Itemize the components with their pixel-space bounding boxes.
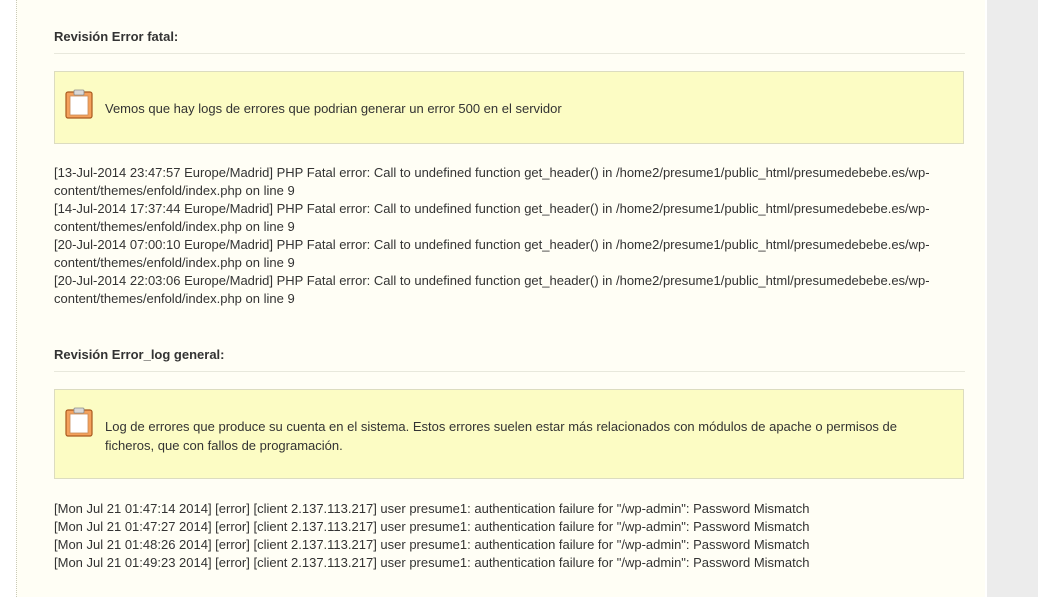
notice-box-fatal-error: Vemos que hay logs de errores que podria… (54, 71, 964, 144)
notice-line: Log de errores que produce su cuenta en … (105, 419, 898, 434)
report-panel: Revisión Error fatal: Vemos que hay logs… (16, 0, 985, 597)
log-line: content/themes/enfold/index.php on line … (54, 219, 295, 234)
notice-line: ficheros, que con fallos de programación… (105, 438, 343, 453)
log-line: [20-Jul-2014 22:03:06 Europe/Madrid] PHP… (54, 273, 930, 288)
page-gutter (987, 0, 1038, 597)
notice-text: Log de errores que produce su cuenta en … (105, 417, 933, 455)
log-line: [Mon Jul 21 01:47:14 2014] [error] [clie… (54, 501, 810, 516)
clipboard-icon (65, 407, 93, 437)
section-title-error-log-general: Revisión Error_log general: (54, 347, 965, 372)
log-line: [Mon Jul 21 01:49:23 2014] [error] [clie… (54, 555, 810, 570)
log-line: [Mon Jul 21 01:47:27 2014] [error] [clie… (54, 519, 810, 534)
log-line: [Mon Jul 21 01:48:26 2014] [error] [clie… (54, 537, 810, 552)
notice-box-error-log-general: Log de errores que produce su cuenta en … (54, 389, 964, 479)
log-line: [13-Jul-2014 23:47:57 Europe/Madrid] PHP… (54, 165, 930, 180)
section-title-fatal-error: Revisión Error fatal: (54, 29, 965, 54)
log-line: content/themes/enfold/index.php on line … (54, 255, 295, 270)
general-error-log: [Mon Jul 21 01:47:14 2014] [error] [clie… (54, 500, 954, 572)
notice-text: Vemos que hay logs de errores que podria… (105, 101, 562, 116)
log-line: content/themes/enfold/index.php on line … (54, 291, 295, 306)
log-line: [20-Jul-2014 07:00:10 Europe/Madrid] PHP… (54, 237, 930, 252)
log-line: content/themes/enfold/index.php on line … (54, 183, 295, 198)
clipboard-icon (65, 89, 93, 119)
fatal-error-log: [13-Jul-2014 23:47:57 Europe/Madrid] PHP… (54, 164, 954, 308)
log-line: [14-Jul-2014 17:37:44 Europe/Madrid] PHP… (54, 201, 930, 216)
